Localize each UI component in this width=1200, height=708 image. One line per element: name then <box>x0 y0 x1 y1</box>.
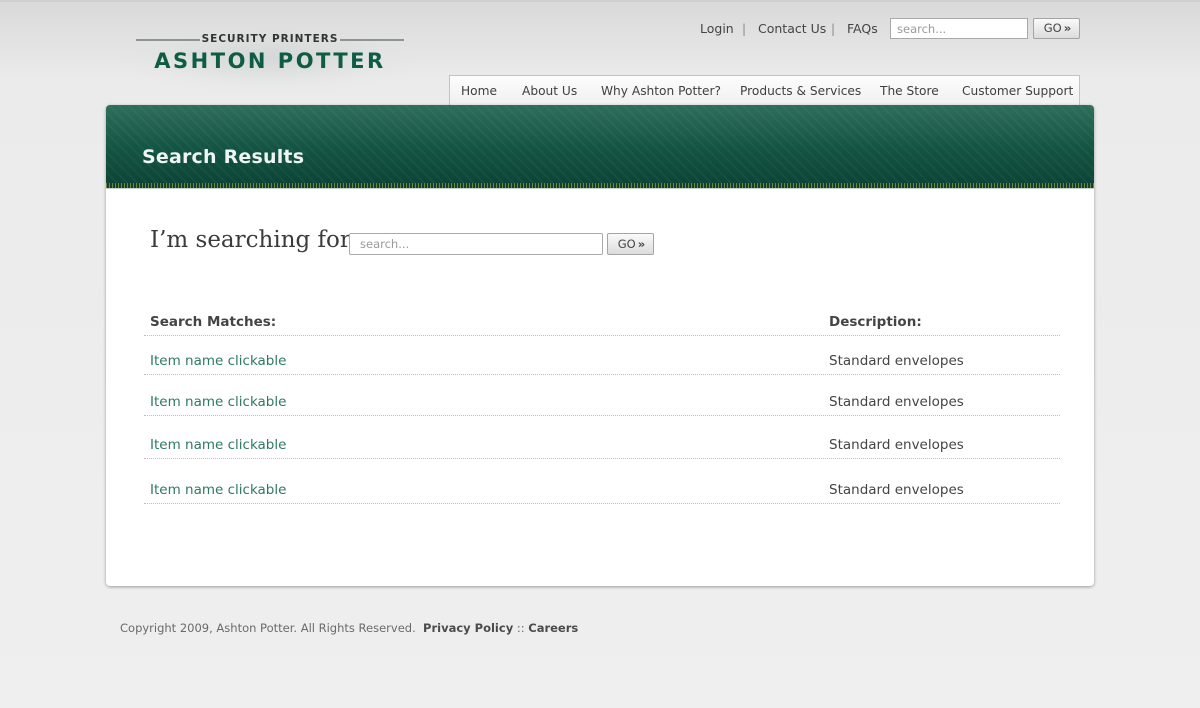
nav-the-store[interactable]: The Store <box>880 84 939 99</box>
login-link[interactable]: Login <box>700 21 734 37</box>
header-search-go-button[interactable]: GO ›› <box>1033 18 1080 39</box>
page-title: Search Results <box>142 146 305 168</box>
result-description: Standard envelopes <box>829 353 964 369</box>
double-chevron-right-icon: ›› <box>1063 21 1072 35</box>
search-matches-header: Search Matches: <box>150 314 277 330</box>
result-item-link[interactable]: Item name clickable <box>150 353 286 369</box>
header-search-input[interactable] <box>890 18 1028 39</box>
footer-separator: :: <box>516 621 525 635</box>
nav-why-ashton-potter[interactable]: Why Ashton Potter? <box>601 84 721 99</box>
logo[interactable]: SECURITY PRINTERS ASHTON POTTER <box>122 18 418 96</box>
util-separator: | <box>831 22 836 36</box>
result-item-link[interactable]: Item name clickable <box>150 394 286 410</box>
row-divider <box>144 458 1060 459</box>
result-description: Standard envelopes <box>829 394 964 410</box>
main-search-input[interactable] <box>349 233 603 255</box>
row-divider <box>144 415 1060 416</box>
nav-customer-support[interactable]: Customer Support <box>962 84 1073 99</box>
result-description: Standard envelopes <box>829 482 964 498</box>
util-separator: | <box>742 22 747 36</box>
search-label: I’m searching for: <box>150 227 359 253</box>
content-panel: Search Results I’m searching for: GO›› S… <box>106 105 1094 586</box>
description-header: Description: <box>829 314 922 330</box>
copyright: Copyright 2009, Ashton Potter. All Right… <box>120 621 416 635</box>
footer: Copyright 2009, Ashton Potter. All Right… <box>120 621 578 635</box>
logo-name: ASHTON POTTER <box>154 49 386 73</box>
go-label: GO <box>1043 21 1062 35</box>
result-description: Standard envelopes <box>829 437 964 453</box>
careers-link[interactable]: Careers <box>528 621 578 635</box>
nav-home[interactable]: Home <box>461 84 497 99</box>
privacy-policy-link[interactable]: Privacy Policy <box>423 621 513 635</box>
row-divider <box>144 503 1060 504</box>
main-search-go-button[interactable]: GO ›› <box>607 233 654 255</box>
nav-products-services[interactable]: Products & Services <box>740 84 861 99</box>
row-divider <box>144 374 1060 375</box>
main-nav: Home About Us Why Ashton Potter? Product… <box>449 75 1080 105</box>
result-item-link[interactable]: Item name clickable <box>150 482 286 498</box>
title-banner <box>106 105 1094 183</box>
faqs-link[interactable]: FAQs <box>847 21 878 37</box>
header-divider <box>144 335 1060 336</box>
banner-stripe <box>106 183 1094 189</box>
go-label: GO <box>617 236 636 251</box>
top-rule <box>0 0 1200 2</box>
result-item-link[interactable]: Item name clickable <box>150 437 286 453</box>
contact-us-link[interactable]: Contact Us <box>758 21 826 37</box>
nav-about-us[interactable]: About Us <box>522 84 577 99</box>
logo-tagline: SECURITY PRINTERS <box>201 33 339 45</box>
double-chevron-right-icon: ›› <box>637 236 646 251</box>
